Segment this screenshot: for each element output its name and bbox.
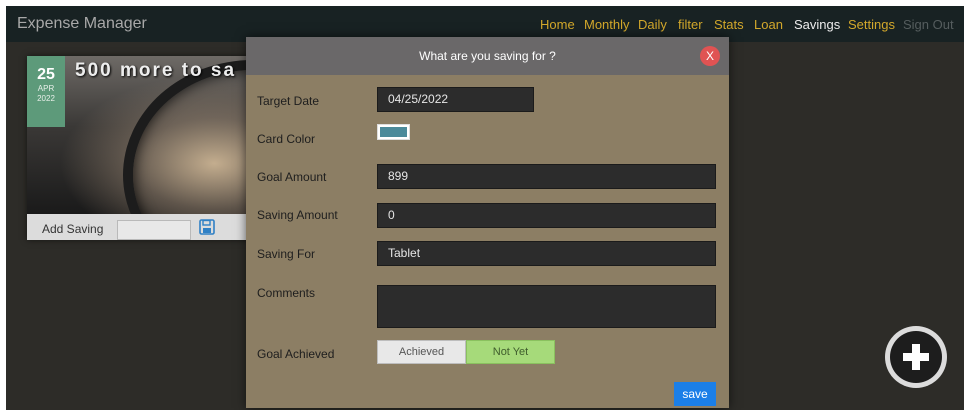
target-date-label: Target Date xyxy=(257,94,320,108)
nav-monthly[interactable]: Monthly xyxy=(584,17,630,32)
not-yet-toggle[interactable]: Not Yet xyxy=(466,340,555,364)
save-button[interactable]: save xyxy=(674,382,716,406)
card-color-label: Card Color xyxy=(257,132,316,146)
modal-title: What are you saving for ? xyxy=(419,49,556,63)
saving-amount-label: Saving Amount xyxy=(257,208,338,222)
card-title: 500 more to sa xyxy=(75,60,237,81)
modal-header: What are you saving for ? X xyxy=(246,37,729,75)
target-date-field[interactable]: 04/25/2022 xyxy=(377,87,534,112)
add-saving-fab[interactable] xyxy=(885,326,947,388)
nav-filter[interactable]: filter xyxy=(678,17,703,32)
nav-settings[interactable]: Settings xyxy=(848,17,895,32)
goal-achieved-label: Goal Achieved xyxy=(257,347,335,361)
card-color-fill xyxy=(380,127,407,137)
saving-goal-modal: What are you saving for ? X Target Date … xyxy=(246,37,729,408)
nav-loan[interactable]: Loan xyxy=(754,17,783,32)
goal-amount-field[interactable]: 899 xyxy=(377,164,716,189)
card-color-picker[interactable] xyxy=(377,124,410,140)
date-month: APR xyxy=(37,84,55,93)
saving-card[interactable]: 25 APR 2022 500 more to sa Add Saving xyxy=(27,56,267,240)
add-saving-label: Add Saving xyxy=(42,222,104,236)
nav-savings[interactable]: Savings xyxy=(794,17,840,32)
close-button[interactable]: X xyxy=(700,46,720,66)
date-day: 25 xyxy=(37,66,55,83)
saving-for-label: Saving For xyxy=(257,247,316,261)
plus-circle-icon xyxy=(890,331,942,383)
floppy-disk-icon[interactable] xyxy=(199,219,215,240)
plus-vertical-bar xyxy=(912,344,920,370)
saving-for-field[interactable]: Tablet xyxy=(377,241,716,266)
nav-daily[interactable]: Daily xyxy=(638,17,667,32)
nav-home[interactable]: Home xyxy=(540,17,575,32)
saving-amount-field[interactable]: 0 xyxy=(377,203,716,228)
app-window: Expense Manager Home Monthly Daily filte… xyxy=(6,6,964,410)
brand-title[interactable]: Expense Manager xyxy=(17,15,147,33)
date-year: 2022 xyxy=(37,94,55,103)
add-saving-input[interactable] xyxy=(117,220,191,240)
date-badge: 25 APR 2022 xyxy=(27,56,65,127)
nav-sign-out[interactable]: Sign Out xyxy=(903,17,954,32)
comments-textarea[interactable] xyxy=(377,285,716,328)
achieved-toggle[interactable]: Achieved xyxy=(377,340,466,364)
card-footer: Add Saving xyxy=(27,214,267,240)
comments-label: Comments xyxy=(257,286,316,300)
nav-stats[interactable]: Stats xyxy=(714,17,744,32)
goal-amount-label: Goal Amount xyxy=(257,170,327,184)
